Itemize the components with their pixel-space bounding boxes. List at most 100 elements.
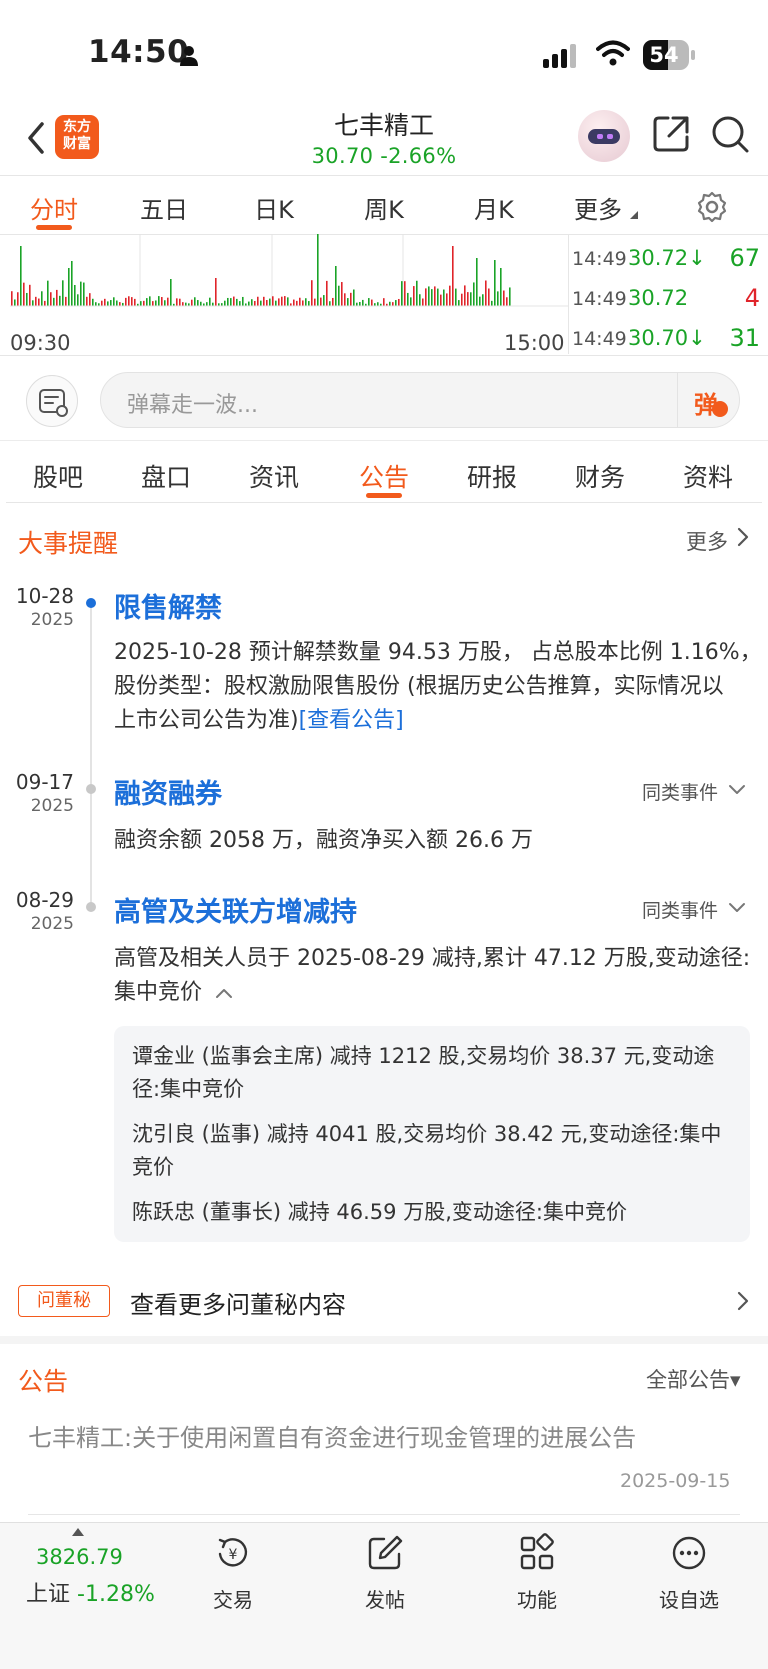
- volume-bar: [209, 297, 211, 306]
- volume-bar: [149, 296, 151, 306]
- nav-post[interactable]: 发帖: [340, 1532, 430, 1613]
- chevron-down-icon: [729, 903, 745, 912]
- ask-secretary-link[interactable]: 查看更多问董秘内容: [130, 1285, 346, 1320]
- index-ticker[interactable]: 上证 -1.28%: [26, 1576, 155, 1608]
- volume-bar: [506, 297, 508, 306]
- view-announcement-link[interactable]: [查看公告]: [299, 708, 404, 733]
- volume-bar: [383, 298, 385, 306]
- tab-research[interactable]: 研报: [438, 458, 546, 494]
- app-logo: 东方 财富: [55, 115, 99, 159]
- volume-bar: [185, 302, 187, 306]
- chevron-up-icon[interactable]: [215, 987, 233, 999]
- volume-bar: [191, 299, 193, 306]
- nav-add-watchlist[interactable]: 设自选: [644, 1532, 734, 1613]
- volume-bar: [44, 300, 46, 306]
- tab-order-book[interactable]: 盘口: [112, 458, 220, 494]
- tab-five-day[interactable]: 五日: [114, 190, 214, 225]
- volume-bar: [38, 298, 40, 306]
- index-value[interactable]: 3826.79: [36, 1545, 123, 1569]
- gear-icon[interactable]: [695, 190, 729, 224]
- nav-label: 交易: [213, 1588, 253, 1612]
- tab-forum[interactable]: 股吧: [4, 458, 112, 494]
- status-time: 14:50: [88, 34, 190, 70]
- volume-bar: [323, 295, 325, 306]
- tab-weekly-k[interactable]: 周K: [334, 190, 434, 225]
- assistant-robot-icon[interactable]: [578, 110, 630, 162]
- share-icon[interactable]: [651, 114, 691, 154]
- danmu-input[interactable]: 弹幕走一波... 弹: [100, 372, 740, 428]
- nav-functions[interactable]: 功能: [492, 1532, 582, 1613]
- tick-price: 30.72: [628, 286, 689, 310]
- volume-bar: [143, 300, 145, 306]
- volume-bar: [92, 298, 94, 306]
- volume-bar: [332, 297, 334, 306]
- tab-finance[interactable]: 财务: [546, 458, 654, 494]
- event-year: 2025: [30, 610, 74, 630]
- danmu-settings-button[interactable]: [26, 375, 78, 427]
- volume-bar: [233, 296, 235, 306]
- danmu-send-button[interactable]: 弹: [677, 373, 739, 427]
- volume-bar: [392, 302, 394, 306]
- tick-price: 30.72↓: [628, 246, 706, 270]
- timeline-dot: [86, 598, 96, 608]
- volume-bar: [428, 286, 430, 306]
- danmu-placeholder: 弹幕走一波...: [127, 393, 258, 418]
- chart-start-time: 09:30: [10, 331, 71, 355]
- detail-item: 沈引良 (监事) 减持 4041 股,交易均价 38.42 元,变动途径:集中 …: [132, 1122, 722, 1179]
- volume-bar: [320, 297, 322, 306]
- volume-bar: [272, 296, 274, 306]
- volume-bar: [425, 288, 427, 306]
- volume-bar: [269, 298, 271, 306]
- tab-profile[interactable]: 资料: [654, 458, 762, 494]
- nav-label: 功能: [517, 1588, 557, 1612]
- tick-row: 14:49 30.72↓ 67: [570, 242, 766, 278]
- volume-bar: [362, 299, 364, 306]
- event-title[interactable]: 高管及关联方增减持: [114, 890, 357, 929]
- back-icon[interactable]: [22, 118, 50, 158]
- chevron-right-icon[interactable]: [736, 1290, 750, 1312]
- all-notices-filter[interactable]: 全部公告▾: [646, 1364, 741, 1394]
- signal-icon: [543, 44, 576, 68]
- check-icon: [712, 401, 728, 417]
- volume-bar: [395, 300, 397, 306]
- tick-volume: 67: [729, 244, 760, 272]
- volume-bar: [119, 302, 121, 306]
- volume-bar: [449, 285, 451, 306]
- tab-news[interactable]: 资讯: [220, 458, 328, 494]
- tab-more[interactable]: 更多: [548, 190, 648, 225]
- tab-announcements[interactable]: 公告: [330, 458, 438, 494]
- volume-bar: [278, 298, 280, 306]
- price-change: -2.66%: [380, 144, 457, 168]
- price-value: 30.70: [311, 144, 374, 168]
- volume-bar: [452, 246, 454, 306]
- tab-monthly-k[interactable]: 月K: [444, 190, 544, 225]
- same-event-button[interactable]: 同类事件: [642, 778, 718, 805]
- event-title[interactable]: 融资融券: [114, 772, 222, 811]
- event-body: 2025-10-28 预计解禁数量 94.53 万股， 占总股本比例 1.16%…: [114, 640, 762, 733]
- volume-bar: [326, 280, 328, 306]
- trade-icon: ¥: [218, 1538, 248, 1567]
- volume-bar: [125, 297, 127, 306]
- volume-bar: [65, 296, 67, 306]
- event-title[interactable]: 限售解禁: [114, 586, 222, 625]
- volume-bar: [500, 268, 502, 306]
- volume-bar: [167, 297, 169, 306]
- volume-bar: [248, 301, 250, 306]
- volume-bar: [146, 298, 148, 306]
- stock-price: 30.70 -2.66%: [234, 144, 534, 168]
- events-more-link[interactable]: 更多: [686, 526, 728, 556]
- nav-label: 设自选: [659, 1588, 719, 1612]
- danmu-settings-icon: [39, 389, 68, 417]
- tab-daily-k[interactable]: 日K: [224, 190, 324, 225]
- volume-bar: [257, 296, 259, 306]
- volume-bar: [62, 280, 64, 306]
- volume-bar: [29, 284, 31, 306]
- same-event-button[interactable]: 同类事件: [642, 896, 718, 923]
- detail-item: 陈跃忠 (董事长) 减持 46.59 万股,变动途径:集中竞价: [132, 1200, 627, 1224]
- volume-bar: [359, 301, 361, 306]
- nav-trade[interactable]: ¥ 交易: [188, 1532, 278, 1613]
- tab-intraday[interactable]: 分时: [4, 190, 104, 225]
- volume-bar: [101, 300, 103, 306]
- search-icon[interactable]: [710, 114, 750, 154]
- notice-item-title[interactable]: 七丰精工:关于使用闲置自有资金进行现金管理的进展公告: [28, 1418, 636, 1453]
